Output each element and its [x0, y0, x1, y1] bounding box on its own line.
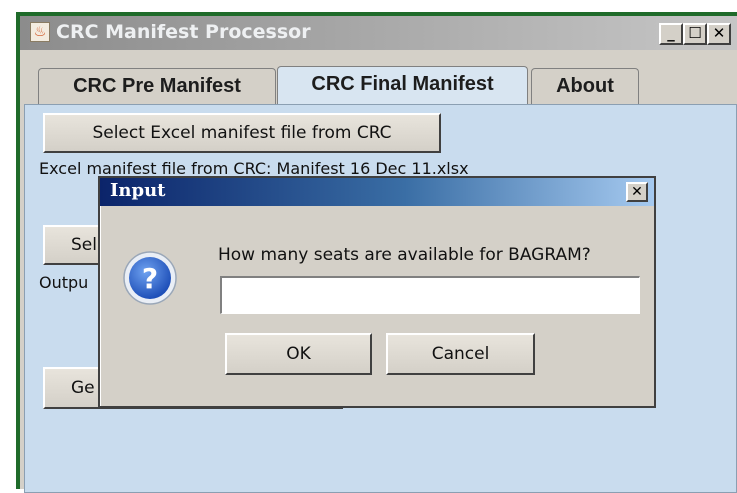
window-title: CRC Manifest Processor [56, 21, 311, 43]
seats-input[interactable] [220, 276, 640, 314]
maximize-button[interactable]: ☐ [683, 23, 707, 45]
svg-text:?: ? [142, 262, 158, 295]
cancel-button[interactable]: Cancel [386, 333, 535, 375]
select-excel-file-button[interactable]: Select Excel manifest file from CRC [43, 113, 441, 153]
minimize-button[interactable]: _ [659, 23, 683, 45]
input-dialog: Input ✕ ? How many seats are available f… [98, 176, 656, 408]
tab-crc-pre-manifest[interactable]: CRC Pre Manifest [38, 68, 276, 104]
java-app-icon: ♨ [30, 22, 50, 42]
question-icon: ? [123, 251, 177, 305]
tab-crc-final-manifest[interactable]: CRC Final Manifest [277, 66, 528, 104]
ok-button[interactable]: OK [225, 333, 372, 375]
tab-about[interactable]: About [531, 68, 639, 104]
window-titlebar[interactable]: ♨ CRC Manifest Processor _ ☐ ✕ [20, 16, 737, 50]
dialog-close-button[interactable]: ✕ [626, 182, 648, 202]
output-file-label: Outpu [39, 273, 89, 292]
dialog-prompt: How many seats are available for BAGRAM? [218, 245, 591, 265]
dialog-titlebar[interactable]: Input ✕ [100, 178, 654, 206]
dialog-title: Input [110, 180, 166, 201]
close-button[interactable]: ✕ [707, 23, 731, 45]
